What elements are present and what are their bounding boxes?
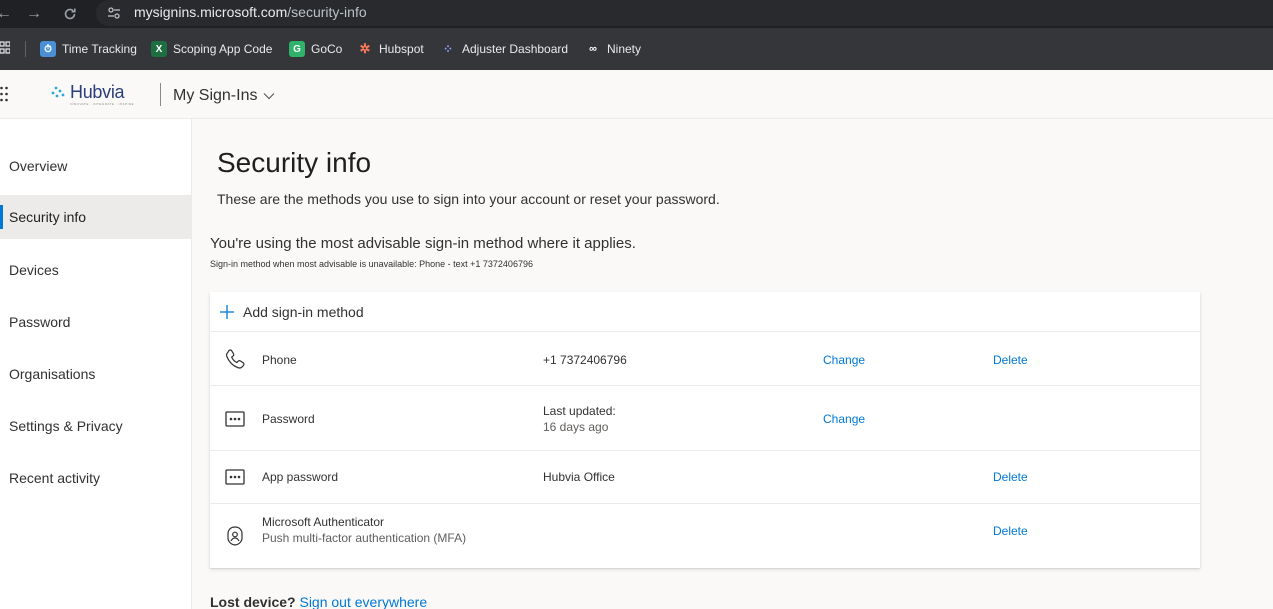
sidebar-item-security-info[interactable]: Security info xyxy=(0,195,192,239)
password-icon xyxy=(225,411,245,427)
bookmarks-bar: ⏱ Time Tracking X Scoping App Code G GoC… xyxy=(0,28,1273,70)
waffle-menu-icon[interactable] xyxy=(0,86,10,102)
goco-icon: G xyxy=(289,41,305,57)
bookmark-label: Adjuster Dashboard xyxy=(462,42,569,56)
method-subtitle: Push multi-factor authentication (MFA) xyxy=(262,531,467,545)
url-host: mysignins.microsoft.com xyxy=(134,4,288,20)
sidebar-item-settings-privacy[interactable]: Settings & Privacy xyxy=(0,404,192,448)
hubvia-logo-icon xyxy=(51,86,65,98)
password-change-link[interactable]: Change xyxy=(823,412,865,426)
logo-tagline: INNOVATE · INTEGRATE · INSPIRE xyxy=(70,102,135,106)
method-row-phone: Phone +1 7372406796 Change Delete xyxy=(210,333,1200,386)
method-row-password: Password Last updated: 16 days ago Chang… xyxy=(210,386,1200,451)
apps-grid-icon[interactable] xyxy=(0,41,10,55)
method-row-app-password: App password Hubvia Office Delete xyxy=(210,451,1200,504)
method-name: Phone xyxy=(262,353,297,367)
hubspot-icon: ✲ xyxy=(359,41,371,56)
sign-out-everywhere-link[interactable]: Sign out everywhere xyxy=(299,594,427,609)
lost-device-label: Lost device? xyxy=(210,594,296,609)
bookmarks-separator xyxy=(25,41,26,57)
url-path: /security-info xyxy=(287,4,367,20)
main-content: Security info These are the methods you … xyxy=(193,119,1273,609)
browser-address-bar: ← → mysignins.microsoft.com/security-inf… xyxy=(0,0,1273,28)
url-text[interactable]: mysignins.microsoft.com/security-info xyxy=(134,4,367,20)
site-settings-icon[interactable] xyxy=(106,5,122,21)
method-name: Password xyxy=(262,412,315,426)
method-detail: Last updated: xyxy=(543,404,616,418)
page-description: These are the methods you use to sign in… xyxy=(217,191,720,207)
method-detail: +1 7372406796 xyxy=(543,353,627,367)
phone-change-link[interactable]: Change xyxy=(823,353,865,367)
phone-icon xyxy=(226,349,245,369)
bookmark-goco[interactable]: G GoCo xyxy=(289,40,342,58)
sidebar-item-overview[interactable]: Overview xyxy=(0,144,192,188)
method-row-authenticator: Microsoft Authenticator Push multi-facto… xyxy=(210,504,1200,568)
ninety-icon: ∞ xyxy=(589,43,597,55)
method-name: Microsoft Authenticator xyxy=(262,515,385,529)
bookmark-time-tracking[interactable]: ⏱ Time Tracking xyxy=(40,40,137,58)
bookmark-scoping-app-code[interactable]: X Scoping App Code xyxy=(151,40,272,58)
sidebar-item-recent-activity[interactable]: Recent activity xyxy=(0,456,192,500)
dots-icon: ⁘ xyxy=(442,42,454,56)
bookmark-label: Ninety xyxy=(607,42,642,56)
header-separator xyxy=(160,83,161,106)
sidebar-item-organisations[interactable]: Organisations xyxy=(0,352,192,396)
logo-text: Hubvia xyxy=(70,82,125,102)
phone-delete-link[interactable]: Delete xyxy=(993,353,1028,367)
app-password-delete-link[interactable]: Delete xyxy=(993,470,1028,484)
bookmark-label: Hubspot xyxy=(379,42,424,56)
sign-in-methods-card: Add sign-in method Phone +1 7372406796 C… xyxy=(210,292,1200,568)
clock-icon: ⏱ xyxy=(40,41,56,57)
add-sign-in-method-label: Add sign-in method xyxy=(243,303,364,320)
plus-icon xyxy=(220,304,234,319)
add-sign-in-method-button[interactable]: Add sign-in method xyxy=(210,292,1200,332)
chevron-down-icon xyxy=(264,93,275,100)
bookmark-adjuster-dashboard[interactable]: ⁘ Adjuster Dashboard xyxy=(440,40,568,58)
bookmark-hubspot[interactable]: ✲ Hubspot xyxy=(357,40,424,58)
method-name: App password xyxy=(262,470,339,484)
sidebar-item-password[interactable]: Password xyxy=(0,300,192,344)
back-arrow-icon[interactable]: ← xyxy=(0,4,14,24)
forward-arrow-icon[interactable]: → xyxy=(24,4,44,24)
app-header: Hubvia INNOVATE · INTEGRATE · INSPIRE My… xyxy=(0,70,1273,119)
bookmark-label: Scoping App Code xyxy=(173,42,273,56)
method-detail-secondary: 16 days ago xyxy=(543,420,609,434)
app-title: My Sign-Ins xyxy=(173,87,258,104)
page-title: Security info xyxy=(217,147,372,178)
method-detail: Hubvia Office xyxy=(543,470,615,484)
password-icon xyxy=(225,469,245,485)
bookmark-ninety[interactable]: ∞ Ninety xyxy=(585,40,641,58)
authenticator-delete-link[interactable]: Delete xyxy=(993,524,1028,538)
bookmark-label: Time Tracking xyxy=(62,42,137,56)
sidebar-nav: Overview Security info Devices Password … xyxy=(0,119,192,609)
reload-icon[interactable] xyxy=(60,4,80,24)
lost-device-section: Lost device? Sign out everywhere xyxy=(210,594,427,609)
sidebar-item-devices[interactable]: Devices xyxy=(0,248,192,292)
advisable-method-text: You're using the most advisable sign-in … xyxy=(210,235,636,252)
app-title-dropdown[interactable]: My Sign-Ins xyxy=(173,87,275,105)
bookmark-label: GoCo xyxy=(311,42,343,56)
authenticator-icon xyxy=(227,526,243,546)
excel-icon: X xyxy=(151,41,167,57)
fallback-method-text: Sign-in method when most advisable is un… xyxy=(210,259,533,269)
